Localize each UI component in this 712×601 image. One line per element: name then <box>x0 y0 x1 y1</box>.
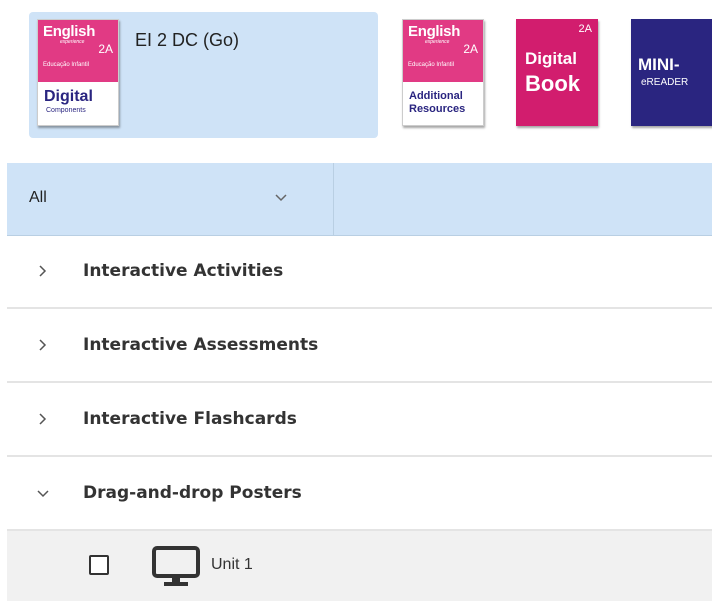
digital-components-cover[interactable]: English experience 2A Educação Infantil … <box>37 19 119 126</box>
chevron-right-icon <box>39 265 47 277</box>
cover-line-2: eREADER <box>641 77 689 88</box>
cover-main-text: Digital <box>44 88 93 105</box>
chevron-right-icon <box>39 413 47 425</box>
section-label: Interactive Activities <box>83 261 284 281</box>
cover-subtitle: Educação Infantil <box>408 62 455 68</box>
selected-product-title[interactable]: EI 2 DC (Go) <box>135 30 239 51</box>
section-interactive-assessments[interactable]: Interactive Assessments <box>7 310 712 383</box>
cover-level: 2A <box>98 42 113 56</box>
section-drag-and-drop-posters[interactable]: Drag-and-drop Posters <box>7 458 712 531</box>
cover-line-1: MINI- <box>638 55 680 74</box>
cover-level: 2A <box>578 23 592 35</box>
item-label: Unit 1 <box>211 556 253 573</box>
digital-book-cover[interactable]: 2A Digital Book <box>516 19 598 126</box>
mini-ereader-cover[interactable]: MINI- eREADER <box>631 19 712 126</box>
section-label: Interactive Flashcards <box>83 409 297 429</box>
product-carousel: English experience 2A Educação Infantil … <box>0 0 712 163</box>
section-interactive-activities[interactable]: Interactive Activities <box>7 236 712 309</box>
monitor-icon <box>152 546 200 586</box>
cover-brand-sub: experience <box>425 39 450 45</box>
cover-brand-sub: experience <box>60 39 85 45</box>
chevron-down-icon <box>37 490 49 498</box>
section-interactive-flashcards[interactable]: Interactive Flashcards <box>7 384 712 457</box>
list-item-unit-1[interactable]: Unit 1 <box>7 531 712 601</box>
cover-line-1: Additional <box>409 90 463 102</box>
chevron-down-icon <box>275 194 287 202</box>
cover-line-1: Digital <box>525 49 577 68</box>
cover-brand: English <box>408 23 461 40</box>
additional-resources-cover[interactable]: English experience 2A Educação Infantil … <box>402 19 484 126</box>
cover-brand: English <box>43 23 96 40</box>
category-filter-dropdown[interactable]: All <box>7 163 334 235</box>
section-label: Drag-and-drop Posters <box>83 483 302 503</box>
filter-value: All <box>29 189 47 206</box>
cover-level: 2A <box>463 42 478 56</box>
section-label: Interactive Assessments <box>83 335 319 355</box>
cover-line-2: Resources <box>409 103 466 115</box>
chevron-right-icon <box>39 339 47 351</box>
cover-subtitle: Educação Infantil <box>43 62 90 68</box>
cover-sub-text: Components <box>46 107 86 114</box>
cover-line-2: Book <box>525 71 580 96</box>
filter-bar: All <box>7 163 712 236</box>
select-checkbox[interactable] <box>89 555 109 575</box>
